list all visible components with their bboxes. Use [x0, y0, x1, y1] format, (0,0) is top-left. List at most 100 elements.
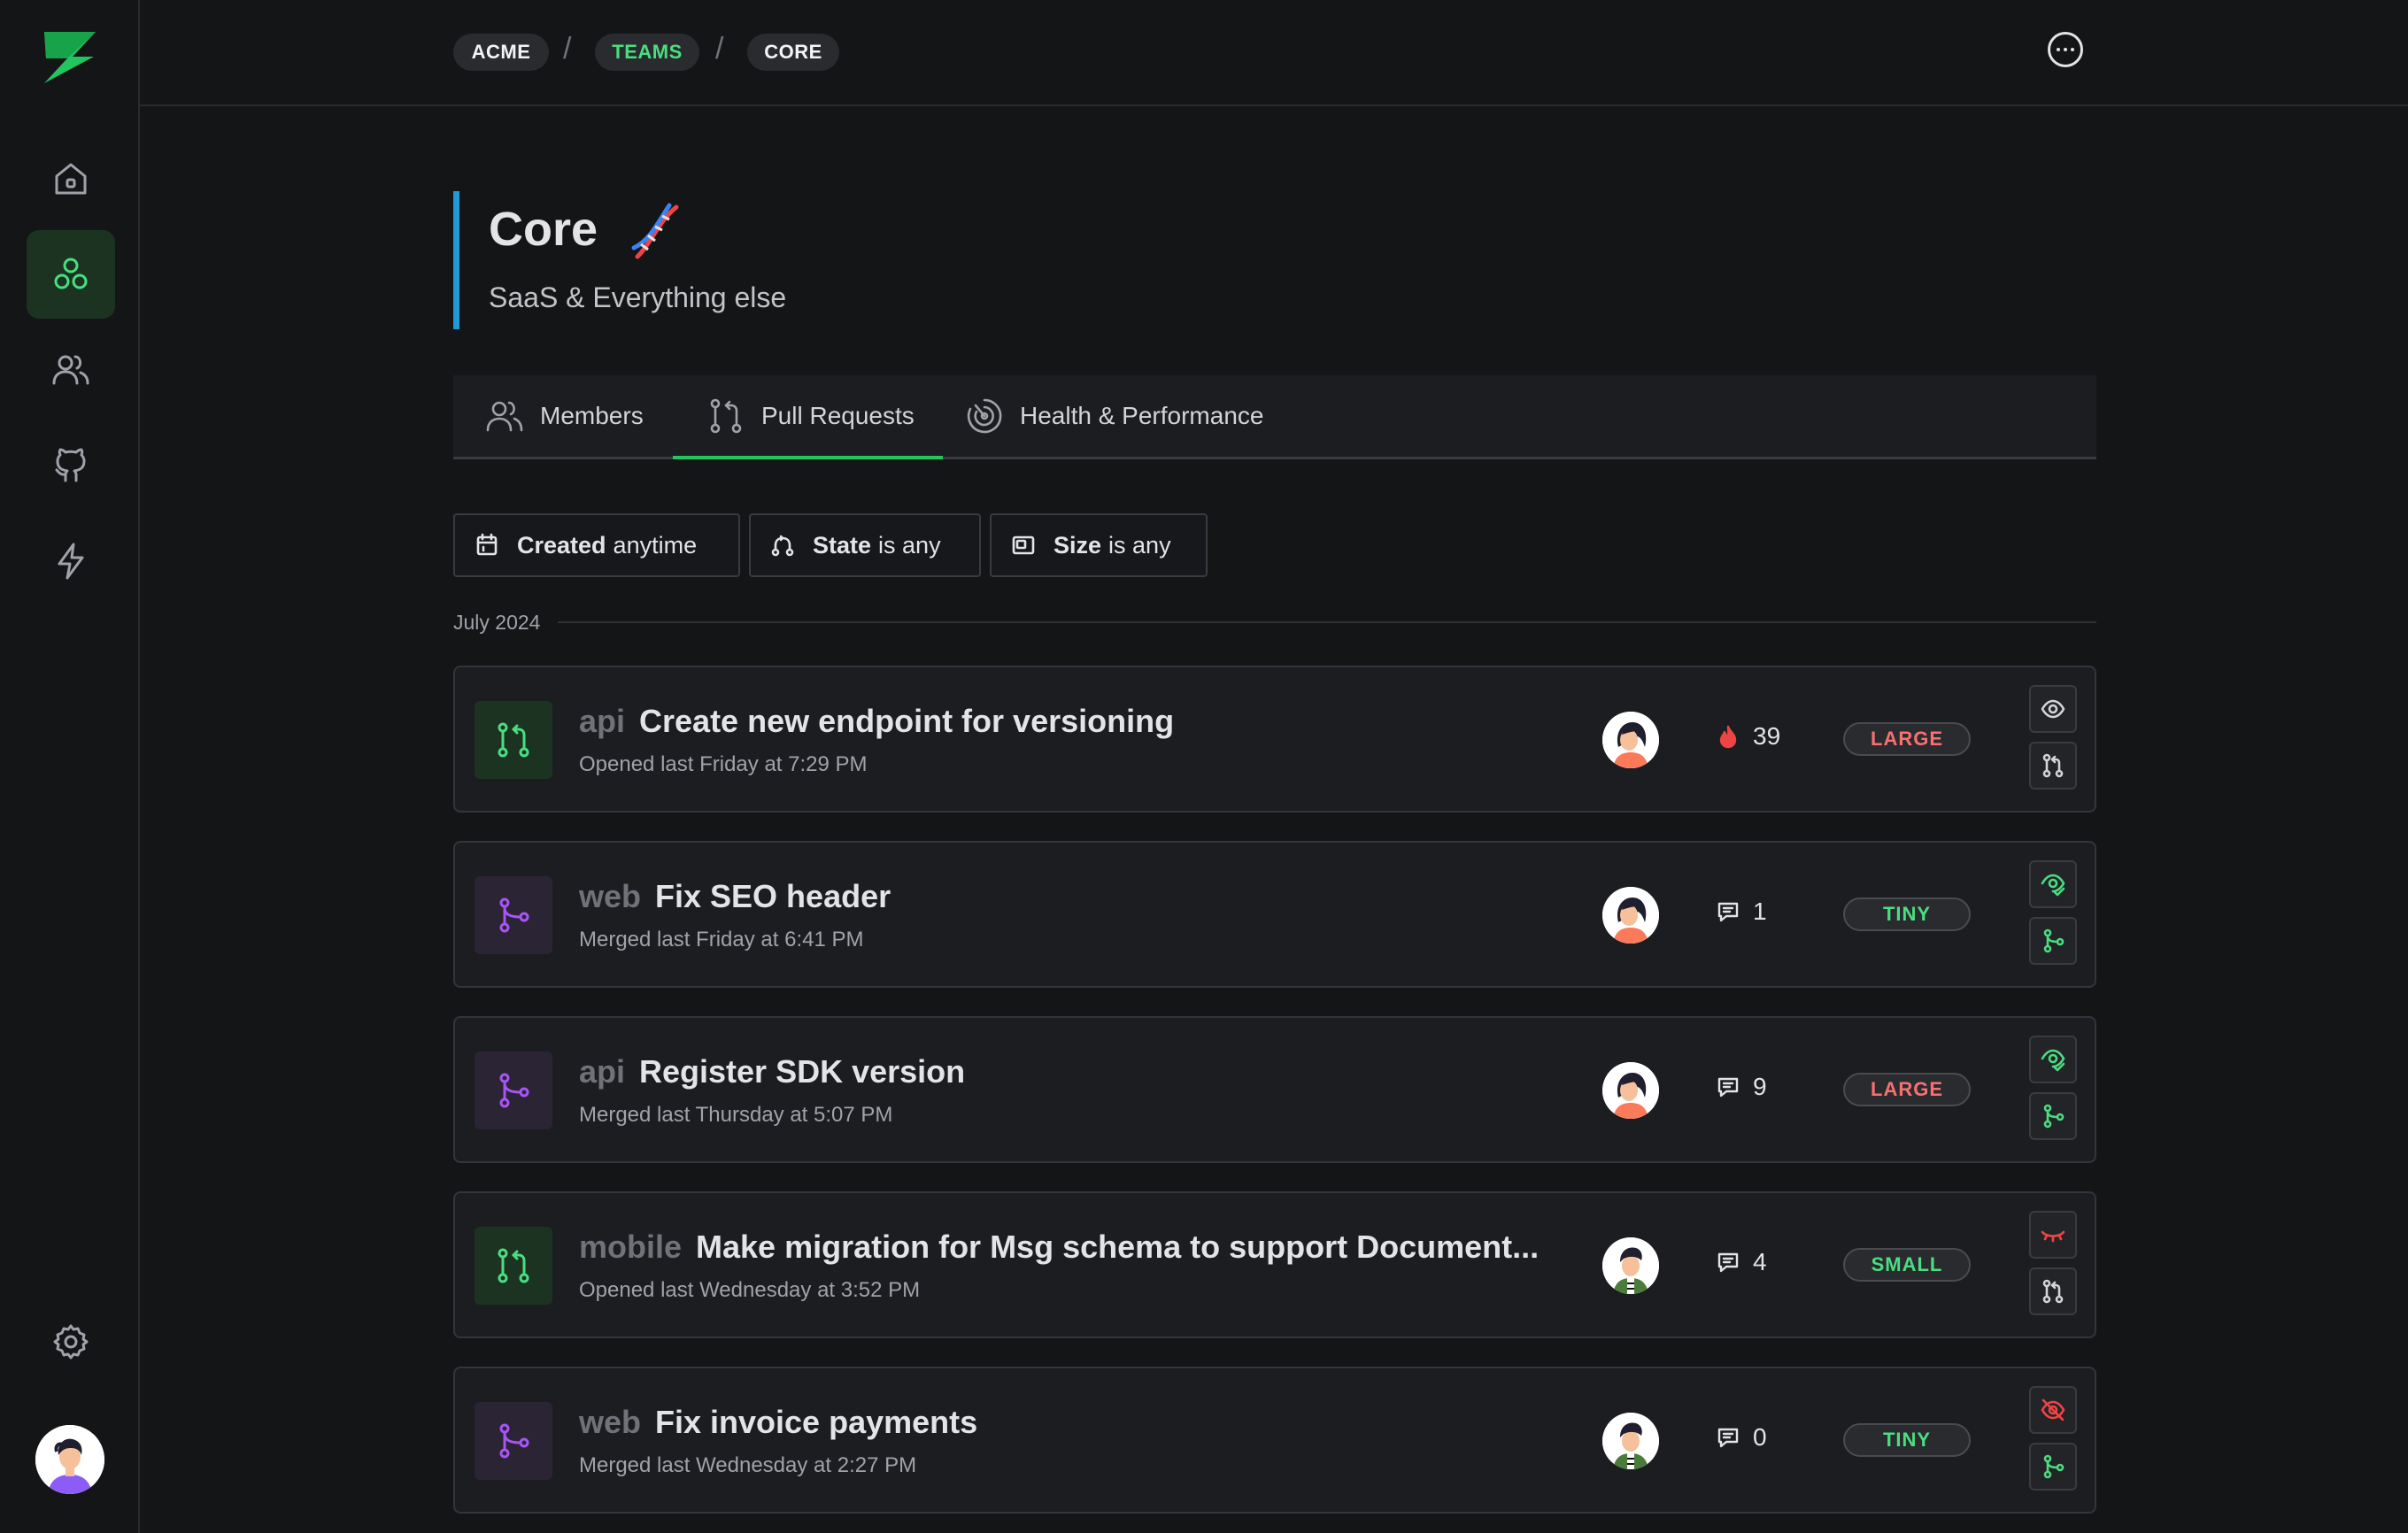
- breadcrumb-acme[interactable]: ACME: [453, 34, 549, 71]
- merge-icon: [2043, 1454, 2065, 1479]
- nav-settings[interactable]: [27, 1298, 115, 1386]
- pr-state-button[interactable]: [2029, 1443, 2077, 1491]
- filter-size-field: Size: [1054, 531, 1102, 559]
- author-avatar[interactable]: [1602, 887, 1659, 944]
- pr-repo: mobile: [579, 1229, 683, 1265]
- teams-icon: [54, 258, 88, 289]
- filter-created-field: Created: [517, 531, 606, 559]
- closed-eye-icon: [2041, 1230, 2065, 1243]
- pr-stat: 39: [1716, 722, 1780, 751]
- pull-request-row[interactable]: api Register SDK version Merged last Thurs…: [453, 1016, 2096, 1163]
- breadcrumb-teams[interactable]: TEAMS: [595, 34, 699, 71]
- pull-request-row[interactable]: mobile Make migration for Msg schema to s…: [453, 1191, 2096, 1338]
- pr-stat-value: 9: [1753, 1073, 1767, 1100]
- review-status-button[interactable]: [2029, 1036, 2077, 1083]
- pr-stat-value: 4: [1753, 1248, 1767, 1275]
- gauge-icon: [967, 398, 1002, 434]
- filter-size-value: is any: [1108, 531, 1171, 559]
- more-options-icon[interactable]: [2048, 32, 2083, 67]
- comment-icon: [1717, 1077, 1739, 1098]
- user-avatar[interactable]: [35, 1425, 104, 1494]
- nav-home[interactable]: [27, 135, 115, 223]
- comment-icon: [1717, 902, 1739, 922]
- eye-check-icon: [2041, 1049, 2065, 1072]
- pr-title-row[interactable]: api Register SDK version: [579, 1053, 965, 1090]
- filter-size[interactable]: Size is any: [990, 513, 1208, 577]
- comment-icon: [1717, 1252, 1739, 1273]
- team-header-accent: [453, 191, 459, 329]
- author-avatar-icon: [1602, 1062, 1659, 1119]
- logo-icon[interactable]: [41, 30, 99, 85]
- tab-pull-requests-label: Pull Requests: [761, 402, 915, 429]
- user-avatar-icon: [35, 1425, 104, 1494]
- author-avatar-icon: [1602, 887, 1659, 944]
- pr-state-button[interactable]: [2029, 917, 2077, 965]
- merge-icon: [2043, 1104, 2065, 1129]
- pr-title-row[interactable]: mobile Make migration for Msg schema to s…: [579, 1229, 1539, 1266]
- pull-request-row[interactable]: web Fix SEO header Merged last Friday at 6…: [453, 841, 2096, 988]
- pr-stat: 1: [1716, 897, 1767, 926]
- page-title: Core: [489, 203, 598, 256]
- breadcrumb-separator: /: [563, 32, 572, 65]
- pr-meta: Merged last Wednesday at 2:27 PM: [579, 1453, 917, 1477]
- author-avatar[interactable]: [1602, 712, 1659, 768]
- pr-stat: 9: [1716, 1073, 1767, 1101]
- size-badge: TINY: [1843, 897, 1971, 931]
- filter-state[interactable]: State is any: [749, 513, 981, 577]
- review-status-button[interactable]: [2029, 860, 2077, 908]
- size-badge: LARGE: [1843, 722, 1971, 756]
- tab-pull-requests[interactable]: Pull Requests: [673, 375, 943, 459]
- home-icon: [55, 163, 87, 195]
- gear-icon: [53, 1324, 89, 1360]
- pr-stat-value: 0: [1753, 1423, 1767, 1451]
- pr-title: Fix invoice payments: [655, 1404, 978, 1440]
- nav-teams[interactable]: [27, 230, 115, 319]
- size-icon: [1012, 535, 1035, 555]
- review-status-button[interactable]: [2029, 1211, 2077, 1259]
- author-avatar[interactable]: [1602, 1062, 1659, 1119]
- pr-meta: Opened last Friday at 7:29 PM: [579, 752, 868, 776]
- pr-meta: Opened last Wednesday at 3:52 PM: [579, 1278, 921, 1302]
- pr-title-row[interactable]: web Fix invoice payments: [579, 1404, 977, 1441]
- open-pr-icon: [475, 701, 552, 779]
- nav-people[interactable]: [27, 326, 115, 414]
- tab-health-performance[interactable]: Health & Performance: [965, 375, 1263, 457]
- eye-icon: [2041, 699, 2065, 719]
- pr-repo: web: [579, 1404, 642, 1440]
- pull-request-row[interactable]: api Create new endpoint for versioning Ope…: [453, 666, 2096, 813]
- pr-stat: 0: [1716, 1423, 1767, 1452]
- tab-health-performance-label: Health & Performance: [1020, 402, 1264, 429]
- pr-title-row[interactable]: api Create new endpoint for versioning: [579, 703, 1174, 740]
- users-icon: [486, 401, 523, 432]
- sidebar: [0, 0, 140, 1533]
- pull-request-icon: [2042, 1279, 2064, 1304]
- state-icon: [771, 535, 794, 557]
- author-avatar[interactable]: [1602, 1413, 1659, 1469]
- pr-stat-value: 39: [1753, 722, 1781, 750]
- pr-state-button[interactable]: [2029, 1092, 2077, 1140]
- breadcrumb-core[interactable]: CORE: [747, 34, 839, 71]
- nav-github[interactable]: [27, 421, 115, 510]
- review-status-button[interactable]: [2029, 1386, 2077, 1434]
- tab-members[interactable]: Members: [485, 375, 644, 457]
- author-avatar-icon: [1602, 1237, 1659, 1294]
- pr-repo: web: [579, 878, 642, 914]
- pull-request-row[interactable]: web Fix invoice payments Merged last Wedne…: [453, 1367, 2096, 1514]
- nav-activity[interactable]: [27, 517, 115, 605]
- filter-created-value: anytime: [613, 531, 698, 559]
- pr-state-button[interactable]: [2029, 742, 2077, 790]
- filter-created[interactable]: Created anytime: [453, 513, 740, 577]
- pr-state-button[interactable]: [2029, 1267, 2077, 1315]
- month-divider: [558, 621, 2096, 623]
- pr-title: Create new endpoint for versioning: [639, 703, 1175, 739]
- pr-title: Make migration for Msg schema to support…: [696, 1229, 1540, 1265]
- pull-request-icon: [710, 398, 742, 434]
- merged-pr-icon: [475, 1052, 552, 1129]
- author-avatar[interactable]: [1602, 1237, 1659, 1294]
- pr-title-row[interactable]: web Fix SEO header: [579, 878, 891, 915]
- users-icon: [52, 355, 89, 385]
- review-status-button[interactable]: [2029, 685, 2077, 733]
- comment-icon: [1717, 1428, 1739, 1448]
- merge-icon: [2043, 928, 2065, 953]
- team-subtitle: SaaS & Everything else: [489, 281, 787, 313]
